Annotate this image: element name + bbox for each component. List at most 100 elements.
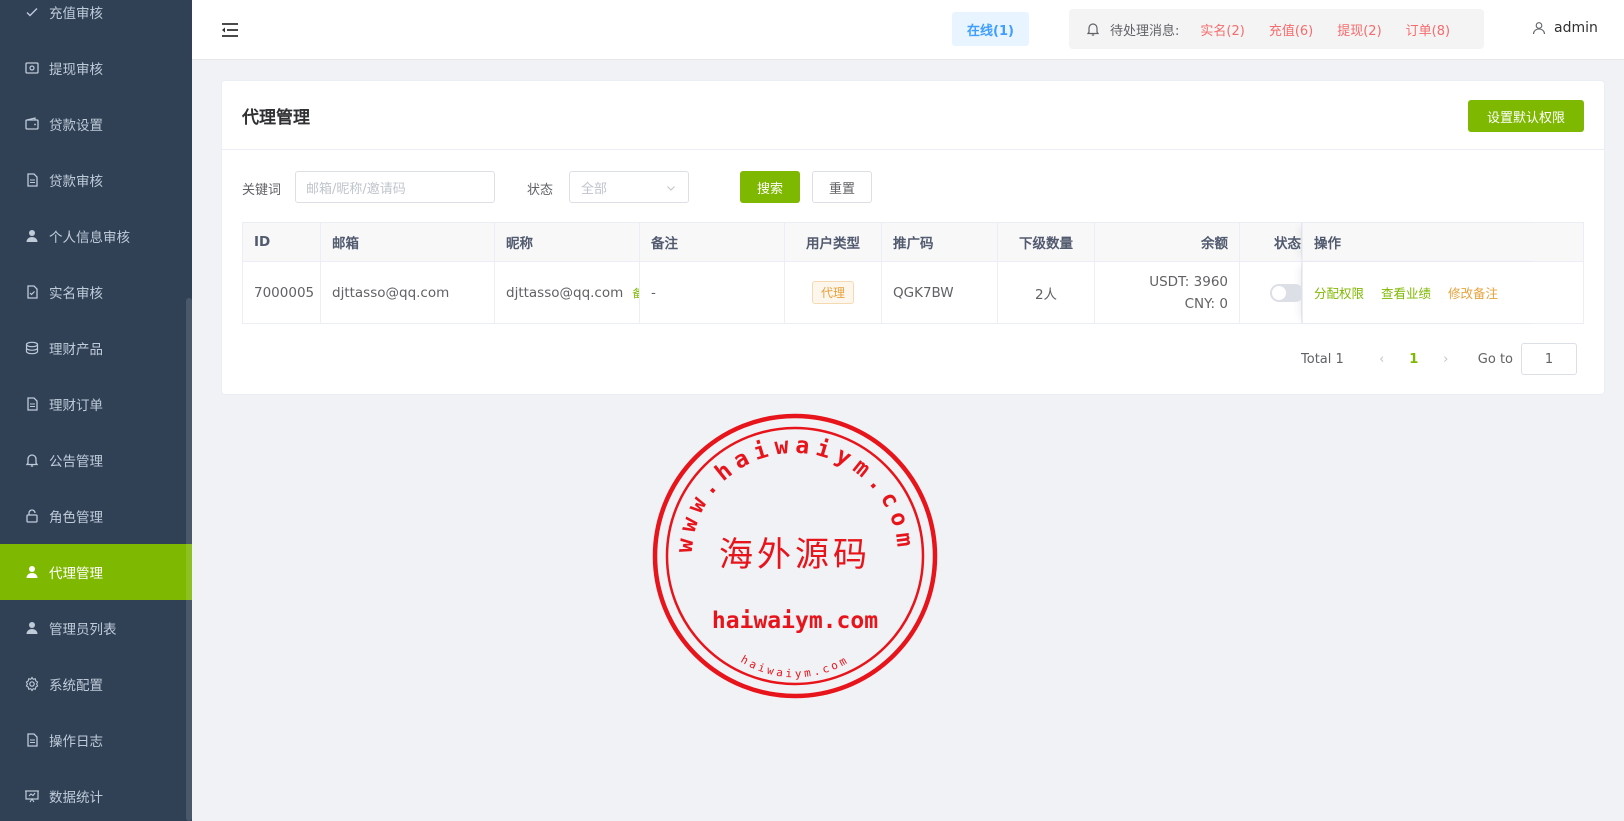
goto-label: Go to [1477,351,1513,367]
sidebar-item-label: 理财订单 [49,398,103,414]
sidebar-item-label: 充值审核 [49,6,103,22]
wallet-icon [24,116,40,132]
chevron-down-icon [667,186,675,191]
sidebar-item-label: 数据统计 [49,790,103,806]
menu-toggle-icon[interactable] [220,21,240,39]
gear-icon [24,676,40,692]
sidebar-item-announcements[interactable]: 公告管理 [0,432,192,488]
sidebar-item-label: 公告管理 [49,454,103,470]
pending-label: 待处理消息: [1110,23,1180,39]
presentation-icon [24,788,40,804]
sidebar-item-loan-review[interactable]: 贷款审核 [0,152,192,208]
page-number[interactable]: 1 [1398,352,1430,367]
sidebar-item-system-config[interactable]: 系统配置 [0,656,192,712]
view-performance-link[interactable]: 查看业绩 [1381,283,1431,302]
sidebar-item-agents[interactable]: 代理管理 [0,544,192,600]
top-header: 在线(1) 待处理消息: 实名(2) 充值(6) 提现(2) 订单(8) adm… [192,0,1624,60]
user-icon [1532,22,1546,35]
next-page-icon[interactable]: › [1432,352,1460,367]
bell-icon [24,452,40,468]
header-note: 备注 [640,223,785,261]
edit-note-link[interactable]: 修改备注 [1448,283,1498,302]
user-icon [24,228,40,244]
watermark-stamp: www.haiwaiym.com 海外源码 haiwaiym.com haiwa… [650,411,940,701]
bell-icon [1086,23,1100,36]
sidebar-item-label: 贷款审核 [49,174,103,190]
sidebar-item-operation-logs[interactable]: 操作日志 [0,712,192,768]
sidebar-item-label: 管理员列表 [49,622,117,638]
status-select-value: 全部 [581,181,608,197]
header-sub-count: 下级数量 [998,223,1095,261]
check-icon [24,4,40,20]
sidebar-item-finance-products[interactable]: 理财产品 [0,320,192,376]
page-title: 代理管理 [242,108,310,128]
user-menu[interactable]: admin [1532,20,1598,36]
sidebar-item-admins[interactable]: 管理员列表 [0,600,192,656]
balance-usdt: USDT: 3960 [1149,273,1228,290]
sidebar-item-finance-orders[interactable]: 理财订单 [0,376,192,432]
goto-input[interactable]: 1 [1521,343,1577,375]
cell-sub-count[interactable]: 2人 [998,262,1095,323]
pending-recharge-link[interactable]: 充值(6) [1269,20,1313,39]
pending-realname-link[interactable]: 实名(2) [1200,20,1244,39]
set-default-permissions-button[interactable]: 设置默认权限 [1468,100,1584,132]
user-type-tag: 代理 [811,281,854,304]
nickname-note-tag[interactable]: 备注 [632,285,639,301]
sidebar-item-label: 理财产品 [49,342,103,358]
document-icon [24,396,40,412]
cell-id: 7000005 [243,262,321,323]
header-balance: 余额 [1095,223,1240,261]
document-icon [24,732,40,748]
sidebar-item-roles[interactable]: 角色管理 [0,488,192,544]
sidebar-item-profile-review[interactable]: 个人信息审核 [0,208,192,264]
cell-status [1240,262,1302,323]
sidebar-item-statistics[interactable]: 数据统计 [0,768,192,821]
cell-user-type: 代理 [785,262,882,323]
sidebar-item-loan-settings[interactable]: 贷款设置 [0,96,192,152]
reset-button[interactable]: 重置 [812,171,872,203]
filter-bar: 关键词 邮箱/昵称/邀请码 状态 全部 搜索 重置 [242,171,1582,203]
cell-promo-code: QGK7BW [882,262,998,323]
sidebar-item-recharge-review[interactable]: 充值审核 [0,0,192,40]
cell-ops: 分配权限 查看业绩 修改备注 [1302,262,1543,323]
header-promo-code: 推广码 [882,223,998,261]
status-toggle[interactable] [1270,283,1301,302]
sidebar-menu: 充值审核 提现审核 贷款设置 贷款审核 个人信息审核 实名审核 理财产品 理财订… [0,0,192,821]
username: admin [1554,20,1598,36]
prev-page-icon[interactable]: ‹ [1368,352,1396,367]
user-icon [24,564,40,580]
watermark-inner-ring-text: haiwaiym.com [739,653,849,681]
cell-nickname: djttasso@qq.com 备注 [495,262,640,323]
pending-messages: 待处理消息: 实名(2) 充值(6) 提现(2) 订单(8) [1069,9,1484,49]
sidebar-scrollbar[interactable] [186,298,192,821]
pending-withdraw-link[interactable]: 提现(2) [1337,20,1381,39]
table-row: 7000005 djttasso@qq.com djttasso@qq.com … [243,262,1583,323]
sidebar-item-withdraw-review[interactable]: 提现审核 [0,40,192,96]
pending-orders-link[interactable]: 订单(8) [1406,20,1450,39]
header-ops: 操作 [1302,223,1543,261]
lock-icon [24,508,40,524]
search-button[interactable]: 搜索 [740,171,800,203]
pagination-total: Total 1 [1301,351,1344,367]
sidebar-item-realname-review[interactable]: 实名审核 [0,264,192,320]
user-icon [24,620,40,636]
assign-permissions-link[interactable]: 分配权限 [1314,283,1364,302]
watermark-center-text: 海外源码 [719,535,871,575]
status-label: 状态 [527,183,554,198]
status-select[interactable]: 全部 [569,171,689,203]
keyword-input[interactable]: 邮箱/昵称/邀请码 [295,171,495,203]
coins-icon [24,340,40,356]
sidebar-item-label: 代理管理 [49,566,103,582]
agent-management-card: 代理管理 设置默认权限 关键词 邮箱/昵称/邀请码 状态 全部 搜索 重置 ID… [221,80,1605,395]
header-status: 状态 [1240,223,1302,261]
svg-text:haiwaiym.com: haiwaiym.com [739,653,852,681]
nickname-text: djttasso@qq.com [506,284,624,301]
watermark-domain-text: haiwaiym.com [712,608,878,634]
keyword-label: 关键词 [242,183,282,198]
sidebar-item-label: 实名审核 [49,286,103,302]
header-email: 邮箱 [321,223,495,261]
online-badge[interactable]: 在线(1) [952,12,1029,46]
pagination: Total 1 ‹ 1 › Go to 1 [1301,343,1577,375]
sidebar-item-label: 角色管理 [49,510,103,526]
sidebar-item-label: 个人信息审核 [49,230,130,246]
